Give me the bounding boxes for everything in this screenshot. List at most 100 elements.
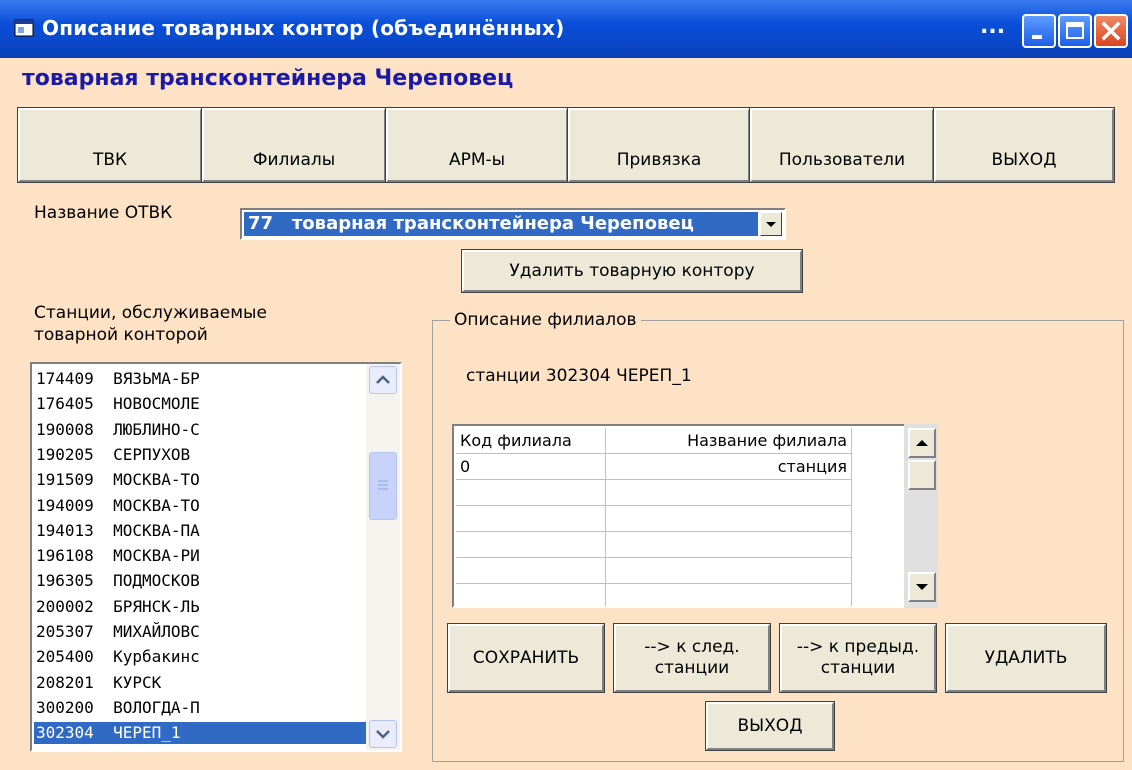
minimize-button[interactable] (1022, 14, 1056, 48)
grid-cell-code[interactable] (456, 558, 606, 584)
stations-label-line2: товарной конторой (34, 325, 208, 345)
grid-scrollbar[interactable] (904, 424, 938, 608)
station-list-item[interactable]: 196108 МОСКВА-РИ (36, 545, 366, 567)
station-list-item[interactable]: 200002 БРЯНСК-ЛЬ (36, 596, 366, 618)
station-list-item[interactable]: 205307 МИХАЙЛОВС (36, 621, 366, 643)
grip-icon (378, 480, 388, 490)
station-list-item[interactable]: 194013 МОСКВА-ПА (36, 520, 366, 542)
arm-button[interactable]: АРМ-ы (385, 107, 569, 183)
save-button[interactable]: СОХРАНИТЬ (447, 623, 605, 693)
toolbar-exit-button[interactable]: ВЫХОД (933, 107, 1115, 183)
station-code: 174409 (36, 369, 94, 388)
station-list-item[interactable]: 205400 Курбакинс (36, 646, 366, 668)
station-name: Курбакинс (113, 647, 200, 667)
next-station-line2: станции (654, 658, 730, 678)
next-station-line1: --> к след. (644, 637, 740, 657)
station-code: 300200 (36, 697, 94, 717)
title-dots: ... (980, 14, 1006, 39)
app-icon (14, 19, 34, 37)
station-list-item[interactable]: 300200 ВОЛОГДА-П (36, 697, 366, 719)
group-exit-button[interactable]: ВЫХОД (705, 701, 835, 751)
station-list-item[interactable]: 174409 ВЯЗЬМА-БР (36, 368, 366, 390)
grid-cell-name[interactable] (606, 480, 852, 506)
station-name: НОВОСМОЛЕ (113, 394, 200, 414)
minimize-icon (1032, 35, 1042, 39)
chevron-down-icon (766, 222, 776, 227)
grid-scroll-thumb[interactable] (908, 460, 936, 490)
users-button[interactable]: Пользователи (749, 107, 935, 183)
station-code: 191509 (36, 470, 94, 490)
binding-button[interactable]: Привязка (567, 107, 751, 183)
branch-station-caption: станции 302304 ЧЕРЕП_1 (466, 366, 692, 386)
grid-cell-name[interactable] (606, 532, 852, 558)
otvk-dropdown-button[interactable] (760, 212, 782, 236)
tvk-button[interactable]: ТВК (17, 107, 203, 183)
grid-header-code[interactable]: Код филиала (456, 428, 606, 454)
branches-grid[interactable]: Код филиала Название филиала 0 станция (452, 424, 938, 608)
station-code: 205400 (36, 647, 94, 667)
station-list-item[interactable]: 191509 МОСКВА-ТО (36, 469, 366, 491)
station-name: ПОДМОСКОВ (113, 571, 200, 591)
prev-station-button[interactable]: --> к предыд. станции (779, 623, 937, 693)
grid-cell-code[interactable] (456, 584, 606, 606)
scroll-thumb[interactable] (369, 452, 397, 520)
station-name: МОСКВА-ТО (113, 495, 200, 515)
station-name: КУРСК (113, 672, 162, 692)
station-code: 196108 (36, 546, 94, 566)
station-list-item[interactable]: 176405 НОВОСМОЛЕ (36, 393, 366, 415)
station-code: 208201 (36, 672, 94, 692)
prev-station-line2: станции (820, 658, 896, 678)
station-list-item[interactable]: 190008 ЛЮБЛИНО-С (36, 419, 366, 441)
grid-scroll-up-button[interactable] (908, 428, 936, 458)
grid-cell-code[interactable]: 0 (456, 454, 606, 480)
next-station-button[interactable]: --> к след. станции (613, 623, 771, 693)
station-name: МОСКВА-ТО (113, 470, 200, 490)
station-name: ВЯЗЬМА-БР (113, 369, 200, 388)
station-list-item[interactable]: 208201 КУРСК (36, 672, 366, 694)
toolbar-exit-button-label: ВЫХОД (991, 150, 1057, 170)
station-name: БРЯНСК-ЛЬ (113, 596, 200, 616)
prev-station-line1: --> к предыд. (796, 637, 920, 657)
station-code: 200002 (36, 596, 94, 616)
station-name: ЛЮБЛИНО-С (113, 419, 200, 439)
station-name: СЕРПУХОВ (113, 444, 191, 464)
form-subtitle: товарная трансконтейнера Череповец (22, 66, 514, 91)
station-list-item[interactable]: 302304 ЧЕРЕП_1 (34, 722, 366, 745)
grid-cell-name[interactable] (606, 506, 852, 532)
grid-cell-name[interactable] (606, 584, 852, 606)
stations-scrollbar[interactable] (366, 364, 400, 750)
arm-button-label: АРМ-ы (448, 150, 506, 170)
grid-header-name[interactable]: Название филиала (606, 428, 852, 454)
grid-cell-name[interactable] (606, 558, 852, 584)
station-code: 190205 (36, 444, 94, 464)
arrow-up-icon (376, 375, 390, 384)
users-button-label: Пользователи (778, 150, 906, 170)
branches-button[interactable]: Филиалы (201, 107, 387, 183)
window-title: Описание товарных контор (объединённых) (42, 16, 565, 40)
otvk-combobox[interactable]: 77 товарная трансконтейнера Череповец (240, 208, 786, 240)
stations-listbox[interactable]: 174409 ВЯЗЬМА-БР 176405 НОВОСМОЛЕ 190008 Л… (30, 362, 402, 752)
scroll-down-button[interactable] (369, 720, 397, 748)
delete-office-button[interactable]: Удалить товарную контору (461, 249, 803, 293)
maximize-button[interactable] (1058, 14, 1092, 48)
scroll-up-button[interactable] (369, 366, 397, 394)
arrow-down-icon (916, 584, 928, 590)
delete-branch-button[interactable]: УДАЛИТЬ (945, 623, 1107, 693)
title-bar[interactable]: Описание товарных контор (объединённых) … (0, 0, 1132, 58)
grid-cell-code[interactable] (456, 506, 606, 532)
station-list-item[interactable]: 190205 СЕРПУХОВ (36, 444, 366, 466)
grid-cell-name[interactable]: станция (606, 454, 852, 480)
station-list-item[interactable]: 196305 ПОДМОСКОВ (36, 570, 366, 592)
station-code: 205307 (36, 622, 94, 641)
grid-cell-code[interactable] (456, 532, 606, 558)
grid-scroll-down-button[interactable] (908, 572, 936, 602)
main-window: Описание товарных контор (объединённых) … (0, 0, 1132, 770)
station-name: МОСКВА-ПА (113, 520, 200, 540)
grid-cell-code[interactable] (456, 480, 606, 506)
stations-label-line1: Станции, обслуживаемые (34, 303, 267, 323)
station-code: 194013 (36, 520, 94, 540)
close-button[interactable] (1094, 14, 1128, 48)
otvk-selected-code: 77 (248, 213, 274, 234)
station-list-item[interactable]: 194009 МОСКВА-ТО (36, 495, 366, 517)
toolbar: ТВК Филиалы АРМ-ы Привязка Пользователи … (17, 107, 1115, 183)
